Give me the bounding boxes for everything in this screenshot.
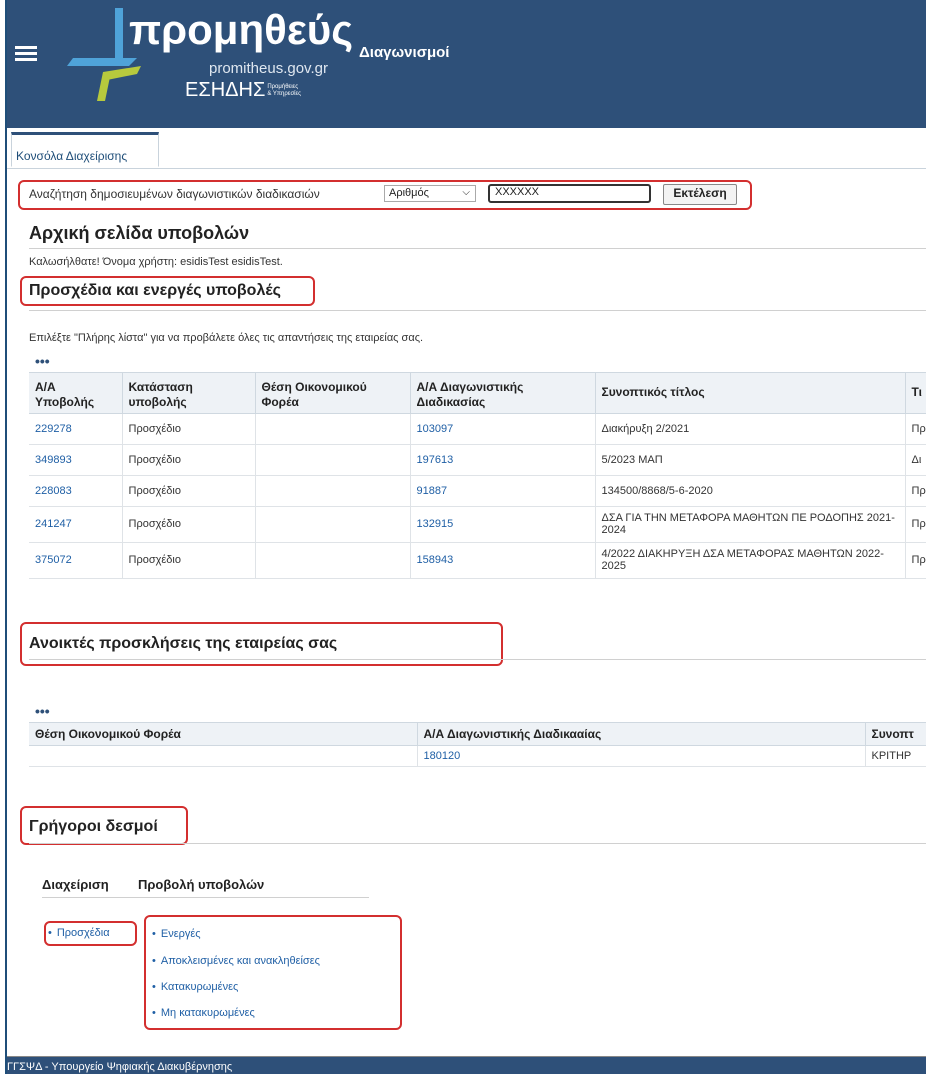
position-cell — [255, 542, 411, 579]
column-header: Θέση Οικονομικού Φορέα — [255, 373, 411, 414]
app-header: προμηθεύς Διαγωνισμοί promitheus.gov.gr … — [7, 0, 926, 128]
table-row: 180120 ΚΡΙΤΗΡ — [29, 745, 926, 767]
hamburger-menu-icon[interactable] — [15, 46, 37, 62]
search-input[interactable]: XXXXXX — [488, 184, 651, 203]
title-cell: ΔΣΑ ΓΙΑ ΤΗΝ ΜΕΤΑΦΟΡΑ ΜΑΘΗΤΩΝ ΠΕ ΡΟΔΟΠΗΣ … — [595, 506, 906, 543]
divider — [29, 248, 926, 249]
page-title: Αρχική σελίδα υποβολών — [29, 223, 250, 243]
status-cell: Προσχέδιο — [122, 413, 256, 445]
submission-link[interactable]: 241247 — [35, 518, 72, 530]
extra-cell: Πρ — [905, 506, 926, 543]
table-row: 375072 Προσχέδιο 158943 4/2022 ΔΙΑΚΗΡΥΞΗ… — [29, 542, 926, 579]
chevron-down-icon: ⌵ — [462, 187, 470, 198]
title-cell: 134500/8868/5-6-2020 — [595, 475, 906, 507]
table-row: 229278 Προσχέδιο 103097 Διακήρυξη 2/2021… — [29, 413, 926, 445]
divider — [29, 659, 926, 660]
quick-link-drafts[interactable]: Προσχέδια — [48, 927, 110, 939]
invitations-table-wrap: ••• Θέση Οικονομικού Φορέα Α/Α Διαγωνιστ… — [29, 704, 926, 767]
drafts-table: Α/Α Υποβολής Κατάσταση υποβολής Θέση Οικ… — [29, 373, 926, 579]
table-row: 241247 Προσχέδιο 132915 ΔΣΑ ΓΙΑ ΤΗΝ ΜΕΤΑ… — [29, 506, 926, 543]
divider — [29, 843, 926, 844]
procedure-link[interactable]: 158943 — [417, 554, 454, 566]
tab-bar: Κονσόλα Διαχείρισης — [7, 128, 926, 169]
search-type-select[interactable]: Αριθμός ⌵ — [384, 185, 476, 202]
table-actions-icon[interactable]: ••• — [29, 354, 926, 373]
invitations-title: Ανοικτές προσκλήσεις της εταιρείας σας — [29, 635, 338, 652]
table-row: 349893 Προσχέδιο 197613 5/2023 ΜΑΠ Δι — [29, 444, 926, 476]
quick-links-col2-header: Προβολή υποβολών — [138, 877, 265, 892]
tab-admin-console[interactable]: Κονσόλα Διαχείρισης — [11, 132, 159, 167]
table-actions-icon[interactable]: ••• — [29, 704, 926, 723]
column-header: Συνοπτ — [865, 723, 926, 746]
quick-link-active[interactable]: Ενεργές — [152, 928, 201, 940]
extra-cell: Δι — [905, 444, 926, 476]
procedure-link[interactable]: 180120 — [424, 750, 461, 762]
submission-link[interactable]: 228083 — [35, 485, 72, 497]
column-header: Α/Α Διαγωνιστικής Διαδικααίας — [417, 723, 866, 746]
column-header: Α/Α Υποβολής — [29, 373, 123, 414]
column-header: Θέση Οικονομικού Φορέα — [29, 723, 418, 746]
quick-links-col1-header: Διαχείριση — [42, 877, 109, 892]
procedure-link[interactable]: 91887 — [417, 485, 448, 497]
column-header: Κατάσταση υποβολής — [122, 373, 256, 414]
quick-link-excluded[interactable]: Αποκλεισμένες και ανακληθείσες — [152, 955, 320, 967]
drafts-title: Προσχέδια και ενεργές υποβολές — [29, 282, 281, 299]
welcome-text: Καλωσήλθατε! Όνομα χρήστη: esidisTest es… — [29, 256, 283, 268]
divider — [29, 310, 926, 311]
status-cell: Προσχέδιο — [122, 444, 256, 476]
divider — [42, 897, 369, 898]
title-cell: 5/2023 ΜΑΠ — [595, 444, 906, 476]
footer: ΓΓΣΨΔ - Υπουργείο Ψηφιακής Διακυβέρνησης — [7, 1056, 926, 1074]
submission-link[interactable]: 229278 — [35, 423, 72, 435]
search-execute-button[interactable]: Εκτέλεση — [663, 184, 737, 205]
position-cell — [255, 444, 411, 476]
extra-cell: Πρ — [905, 413, 926, 445]
column-header: Τι — [905, 373, 926, 414]
extra-cell: Πρ — [905, 475, 926, 507]
search-label: Αναζήτηση δημοσιευμένων διαγωνιστικών δι… — [29, 187, 320, 201]
column-header: Α/Α Διαγωνιστικής Διαδικασίας — [410, 373, 596, 414]
extra-cell: Πρ — [905, 542, 926, 579]
footer-text: ΓΓΣΨΔ - Υπουργείο Ψηφιακής Διακυβέρνησης — [7, 1061, 233, 1073]
title-cell: Διακήρυξη 2/2021 — [595, 413, 906, 445]
procedure-link[interactable]: 103097 — [417, 423, 454, 435]
quick-link-not-awarded[interactable]: Μη κατακυρωμένες — [152, 1007, 255, 1019]
logo-domain: promitheus.gov.gr — [209, 60, 328, 77]
quick-link-awarded[interactable]: Κατακυρωμένες — [152, 981, 238, 993]
submission-link[interactable]: 349893 — [35, 454, 72, 466]
position-cell — [255, 413, 411, 445]
title-cell: 4/2022 ΔΙΑΚΗΡΥΞΗ ΔΣΑ ΜΕΤΑΦΟΡΑΣ ΜΑΘΗΤΩΝ 2… — [595, 542, 906, 579]
logo-title: προμηθεύς — [129, 6, 354, 53]
status-cell: Προσχέδιο — [122, 475, 256, 507]
procedure-link[interactable]: 132915 — [417, 518, 454, 530]
position-cell — [29, 745, 418, 767]
logo-org: ΕΣΗΔΗΣ Προμήθειες & Υπηρεσίες — [185, 79, 302, 101]
column-header: Συνοπτικός τίτλος — [595, 373, 906, 414]
status-cell: Προσχέδιο — [122, 506, 256, 543]
quick-links-title: Γρήγοροι δεσμοί — [29, 818, 158, 835]
procedure-link[interactable]: 197613 — [417, 454, 454, 466]
drafts-hint: Επιλέξτε "Πλήρης λίστα" για να προβάλετε… — [29, 332, 424, 344]
position-cell — [255, 475, 411, 507]
submission-link[interactable]: 375072 — [35, 554, 72, 566]
title-cell: ΚΡΙΤΗΡ — [865, 745, 926, 767]
page-frame: προμηθεύς Διαγωνισμοί promitheus.gov.gr … — [5, 0, 926, 1074]
position-cell — [255, 506, 411, 543]
table-row: 228083 Προσχέδιο 91887 134500/8868/5-6-2… — [29, 475, 926, 507]
logo-subtitle: Διαγωνισμοί — [359, 44, 450, 61]
drafts-table-wrap: ••• Α/Α Υποβολής Κατάσταση υποβολής Θέση… — [29, 354, 926, 579]
status-cell: Προσχέδιο — [122, 542, 256, 579]
invitations-table: Θέση Οικονομικού Φορέα Α/Α Διαγωνιστικής… — [29, 723, 926, 767]
